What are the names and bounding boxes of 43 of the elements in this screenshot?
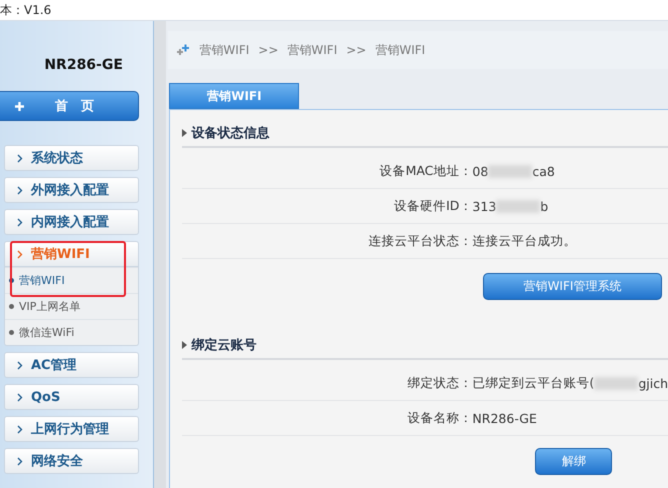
field-label: 设备MAC地址：: [378, 162, 472, 180]
bullet-icon: [9, 330, 14, 335]
chevron-icon: [17, 360, 23, 370]
triangle-icon: [182, 341, 188, 349]
menu-item[interactable]: AC管理: [4, 352, 140, 378]
field-value: NR286-GE: [472, 410, 538, 426]
chevron-icon: [17, 456, 23, 466]
device-name: NR286-GE: [43, 57, 124, 73]
plus-icon: [14, 100, 25, 112]
submenu-item[interactable]: VIP上网名单: [5, 293, 138, 319]
version-label: 本：V1.6: [0, 2, 52, 18]
plus-icon: [176, 44, 190, 56]
breadcrumb-text: 营销WIFI: [199, 42, 250, 58]
chevron-icon: [17, 250, 23, 258]
bullet-icon: [9, 304, 14, 309]
chevron-icon: [17, 154, 23, 162]
breadcrumb-text: >>: [346, 43, 366, 57]
menu-item[interactable]: 上网行为管理: [4, 416, 140, 442]
menu-item[interactable]: 系统状态: [4, 145, 140, 171]
menu-item[interactable]: 外网接入配置: [4, 177, 140, 203]
field-value: 08 ca8: [472, 164, 556, 178]
section-title: 绑定云账号: [191, 336, 256, 354]
breadcrumb-text: >>: [258, 43, 278, 57]
breadcrumb-text: 营销WIFI: [287, 42, 338, 58]
chevron-icon: [17, 218, 23, 226]
section-title: 设备状态信息: [191, 125, 270, 142]
menu-item[interactable]: 网络安全: [4, 448, 140, 474]
breadcrumb-text: 营销WIFI: [375, 42, 426, 58]
field-label: 连接云平台状态：: [367, 232, 472, 250]
triangle-icon: [182, 129, 188, 137]
submenu-item[interactable]: 微信连WiFi: [5, 319, 138, 345]
chevron-icon: [17, 424, 23, 434]
menu-item[interactable]: QoS: [4, 384, 140, 410]
chevron-icon: [17, 392, 23, 402]
home-button[interactable]: 首 页: [0, 91, 140, 121]
field-value: 连接云平台成功。: [472, 232, 578, 250]
menu-item[interactable]: 内网接入配置: [4, 209, 140, 235]
field-label: 绑定状态：: [406, 374, 472, 392]
field-label: 设备名称：: [406, 410, 472, 426]
field-label: 设备硬件ID：: [393, 198, 472, 214]
chevron-icon: [17, 186, 23, 194]
field-value: 313 b: [472, 198, 550, 214]
field-value: 已绑定到云平台账号( gjich: [472, 374, 668, 392]
